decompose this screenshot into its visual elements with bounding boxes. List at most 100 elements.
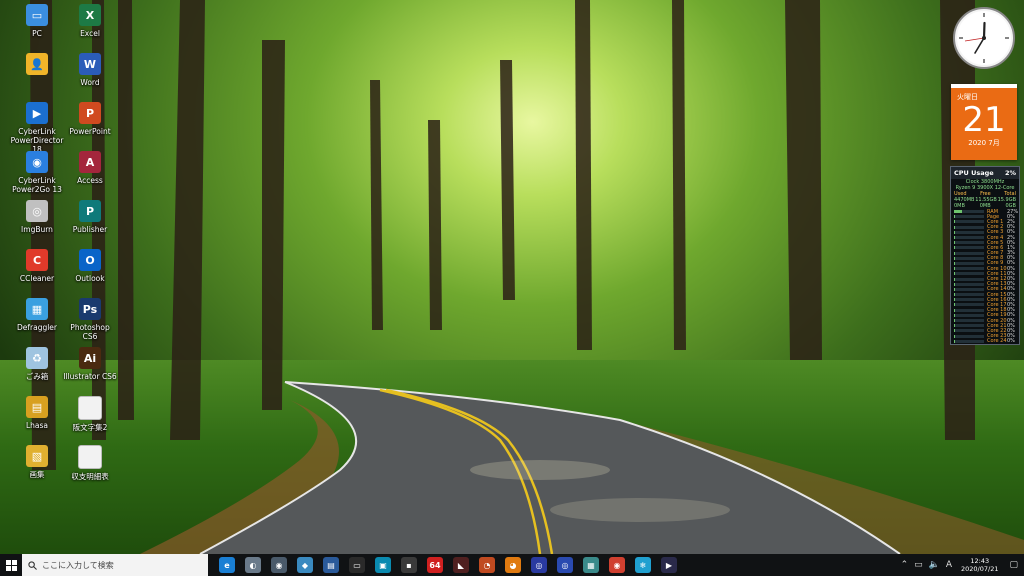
desktop-icon[interactable]: Ai Illustrator CS6	[62, 347, 118, 381]
taskbar-pinned-apps: e ◐ ◉ ◆ ▤ ▭ ▣ ▪ 64 ◣ ◔ ◕ ◎ ◎ ▦ ◉ ❄ ▶	[214, 557, 682, 573]
desktop-icon[interactable]: W Word	[62, 53, 118, 87]
desktop-icon-label: Word	[80, 78, 100, 87]
forest-road-scene	[30, 0, 1024, 554]
cpu-usage-bar	[954, 293, 984, 297]
power2go-icon: ◉	[26, 151, 48, 173]
media-icon[interactable]: ▶	[661, 557, 677, 573]
user-folder-icon: 👤	[26, 53, 48, 75]
cpu-usage-bar	[954, 303, 984, 307]
desktop-icon-label: Excel	[80, 29, 100, 38]
notification-center-icon[interactable]: ▢	[1009, 560, 1018, 570]
desktop-icon[interactable]: ▭ PC	[9, 4, 65, 38]
desktop-icon[interactable]: 👤	[9, 53, 65, 78]
excel-icon: X	[79, 4, 101, 26]
app-icon-17[interactable]: ❄	[635, 557, 651, 573]
desktop-icon-label: 画集	[29, 470, 45, 479]
recycle-bin-icon: ♻	[26, 347, 48, 369]
terminal-icon[interactable]: ▭	[349, 557, 365, 573]
system-tray: ⌃ ▭ 🔈 A 12:43 2020/07/21 ▢	[898, 554, 1024, 576]
document-icon	[78, 396, 102, 420]
desktop-icon-label: Illustrator CS6	[63, 372, 117, 381]
tray-chevron-up-icon[interactable]: ⌃	[901, 560, 909, 570]
app-icon-8[interactable]: ▪	[401, 557, 417, 573]
desktop-icon[interactable]: P Publisher	[62, 200, 118, 234]
pc-icon: ▭	[26, 4, 48, 26]
desktop-icon[interactable]: ▧ 画集	[9, 445, 65, 479]
app-icon-13[interactable]: ◎	[531, 557, 547, 573]
lhasa-icon: ▤	[26, 396, 48, 418]
cpu-usage-bar	[954, 246, 984, 250]
app-icon-7[interactable]: ▣	[375, 557, 391, 573]
desktop-icon-label: CyberLink Power2Go 13	[12, 176, 62, 194]
start-button[interactable]	[0, 554, 22, 576]
cpu-usage-bar	[954, 220, 984, 224]
outlook-icon: O	[79, 249, 101, 271]
cpu-usage-bar	[954, 236, 984, 240]
desktop-icon[interactable]: 阪文字集2	[62, 396, 118, 432]
desktop-icon-label: Photoshop CS6	[70, 323, 110, 341]
publisher-icon: P	[79, 200, 101, 222]
cpu-usage-bar	[954, 241, 984, 245]
desktop-icon[interactable]: A Access	[62, 151, 118, 185]
desktop-icon[interactable]: ◉ CyberLink Power2Go 13	[9, 151, 65, 194]
illustrator-icon: Ai	[79, 347, 101, 369]
app-icon-4[interactable]: ◆	[297, 557, 313, 573]
edge-icon[interactable]: e	[219, 557, 235, 573]
volume-icon[interactable]: 🔈	[929, 560, 940, 570]
desktop-icon[interactable]: 収支明細表	[62, 445, 118, 481]
cpu-gadget-header: CPU Usage 2%	[951, 167, 1019, 179]
app-icon-10[interactable]: ◣	[453, 557, 469, 573]
desktop-icon[interactable]: ▤ Lhasa	[9, 396, 65, 430]
cpu-usage-gadget[interactable]: CPU Usage 2% Clock 3800MHz Ryzen 9 3900X…	[950, 166, 1020, 345]
analog-clock-gadget[interactable]	[952, 6, 1016, 70]
desktop-icon[interactable]: ▶ CyberLink PowerDirector 18	[9, 102, 65, 154]
chrome-icon[interactable]: ◉	[609, 557, 625, 573]
app-64-icon[interactable]: 64	[427, 557, 443, 573]
taskbar-search-box[interactable]: ここに入力して検索	[22, 554, 208, 576]
cpu-usage-bar	[954, 267, 984, 271]
network-icon[interactable]: ▭	[914, 560, 923, 570]
powerdirector-icon: ▶	[26, 102, 48, 124]
blender-icon[interactable]: ◕	[505, 557, 521, 573]
imgburn-icon: ◎	[26, 200, 48, 222]
swap-used: 0MB	[954, 203, 965, 209]
access-icon: A	[79, 151, 101, 173]
desktop-icon[interactable]: X Excel	[62, 4, 118, 38]
tray-date: 2020/07/21	[961, 565, 999, 573]
app-icon-5[interactable]: ▤	[323, 557, 339, 573]
ime-indicator[interactable]: A	[946, 560, 952, 570]
app-icon-3[interactable]: ◉	[271, 557, 287, 573]
cpu-usage-bar	[954, 308, 984, 312]
desktop-icon-label: ImgBurn	[21, 225, 53, 234]
ccleaner-icon: C	[26, 249, 48, 271]
calendar-gadget[interactable]: 火曜日 21 2020 7月	[951, 84, 1017, 160]
app-icon-14[interactable]: ◎	[557, 557, 573, 573]
cpu-core-name: Core 24	[987, 338, 1007, 345]
desktop-icon-label: 阪文字集2	[72, 423, 108, 432]
cpu-usage-bar	[954, 339, 984, 343]
desktop-icon-label: Lhasa	[25, 421, 49, 430]
windows-logo-icon	[5, 559, 17, 571]
cpu-usage-bar	[954, 230, 984, 234]
app-icon-2[interactable]: ◐	[245, 557, 261, 573]
desktop-icon-label: Outlook	[75, 274, 105, 283]
desktop-icon[interactable]: O Outlook	[62, 249, 118, 283]
cpu-usage-bar	[954, 251, 984, 255]
app-icon-15[interactable]: ▦	[583, 557, 599, 573]
desktop-icon[interactable]: ◎ ImgBurn	[9, 200, 65, 234]
desktop-icon[interactable]: Ps Photoshop CS6	[62, 298, 118, 341]
tray-clock[interactable]: 12:43 2020/07/21	[961, 557, 998, 573]
photoshop-icon: Ps	[79, 298, 101, 320]
desktop-icon-label: Access	[77, 176, 103, 185]
desktop-icon[interactable]: C CCleaner	[9, 249, 65, 283]
desktop-icon[interactable]: ▦ Defraggler	[9, 298, 65, 332]
cpu-core-percent: 0%	[1007, 338, 1015, 345]
tray-time: 12:43	[970, 557, 990, 565]
calendar-day: 21	[962, 100, 1006, 140]
app-icon-11[interactable]: ◔	[479, 557, 495, 573]
desktop-icon-label: 収支明細表	[71, 472, 109, 481]
cpu-usage-bar	[954, 313, 984, 317]
desktop-icon[interactable]: P PowerPoint	[62, 102, 118, 136]
desktop-icon[interactable]: ♻ ごみ箱	[9, 347, 65, 381]
taskbar: ここに入力して検索 e ◐ ◉ ◆ ▤ ▭ ▣ ▪ 64 ◣ ◔ ◕ ◎ ◎ ▦ ◉ ❄ ▶ ⌃ ▭ 🔈 A 12…	[0, 554, 1024, 576]
